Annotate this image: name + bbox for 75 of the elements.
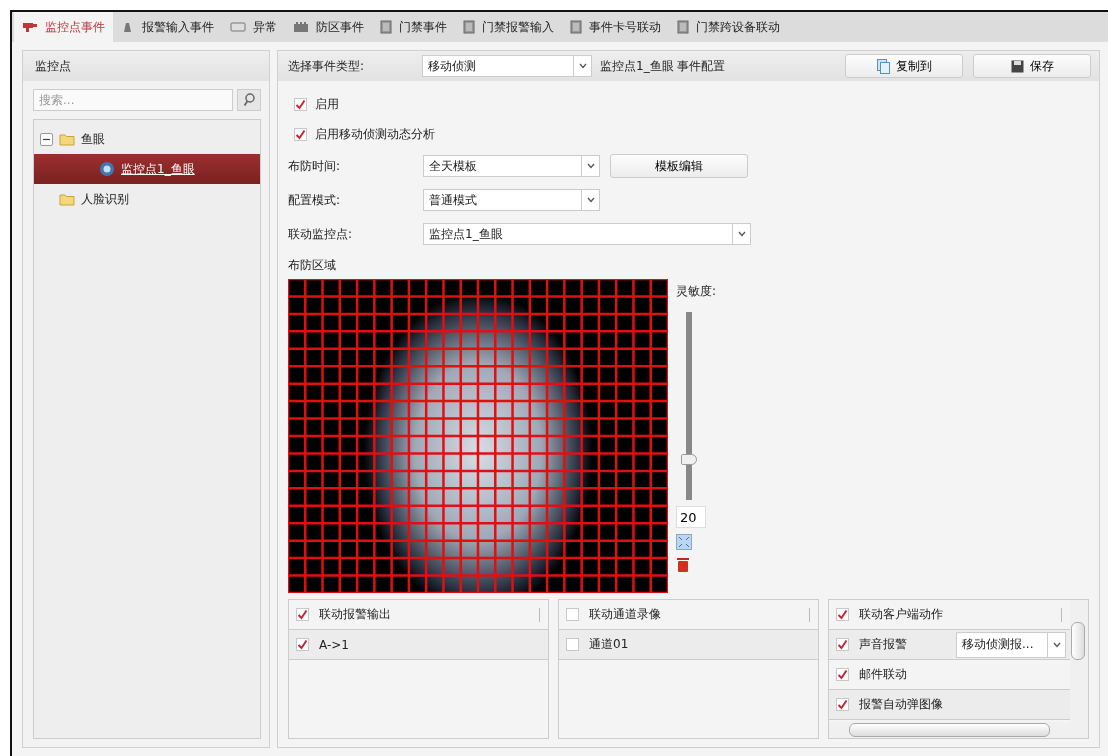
checkbox[interactable]: [294, 127, 307, 141]
sensitivity-input[interactable]: 20: [676, 506, 706, 528]
checkbox[interactable]: [566, 638, 579, 651]
search-icon: [243, 93, 255, 107]
list-item[interactable]: 报警自动弹图像: [829, 690, 1070, 720]
slider-thumb[interactable]: [681, 453, 697, 465]
field-label: 选择事件类型:: [288, 57, 366, 75]
wall-icon: [293, 21, 309, 33]
horizontal-scrollbar[interactable]: [829, 722, 1070, 738]
list-header: 联动通道录像: [589, 606, 662, 623]
search-field[interactable]: 搜索...: [33, 89, 233, 111]
save-button[interactable]: 保存: [973, 54, 1091, 78]
list-item[interactable]: 通道01: [559, 630, 818, 660]
event-type-select[interactable]: 移动侦测: [422, 55, 592, 77]
checkbox[interactable]: [296, 638, 309, 651]
door-icon: [570, 20, 582, 34]
checkbox[interactable]: [566, 608, 579, 621]
config-title: 监控点1_鱼眼 事件配置: [600, 57, 727, 75]
template-edit-button[interactable]: 模板编辑: [610, 154, 748, 178]
copy-button[interactable]: 复制到: [845, 54, 963, 78]
dropdown[interactable]: 普通模式: [423, 189, 600, 211]
section-label: 布防区域: [288, 256, 336, 274]
tab[interactable]: 防区事件: [285, 12, 372, 42]
field-label: 联动监控点:: [288, 225, 354, 243]
door-icon: [677, 20, 689, 34]
trash-icon[interactable]: [676, 556, 690, 572]
checkbox[interactable]: [836, 698, 849, 711]
tab[interactable]: 监控点事件: [14, 12, 113, 42]
field-label: 布防时间:: [288, 157, 342, 175]
dropdown[interactable]: 移动侦测报...: [956, 631, 1066, 658]
checkbox-label: 启用移动侦测动态分析: [315, 125, 435, 143]
camera-icon: [99, 161, 115, 177]
tree-label: 监控点1_鱼眼: [121, 160, 195, 178]
camera-icon: [22, 21, 38, 33]
tab[interactable]: 报警输入事件: [113, 12, 222, 42]
tab[interactable]: 异常: [222, 12, 285, 42]
door-icon: [380, 20, 392, 34]
tab[interactable]: 事件卡号联动: [562, 12, 669, 42]
tree-label: 人脸识别: [81, 190, 129, 208]
tree-item[interactable]: 人脸识别: [34, 184, 260, 214]
dropdown[interactable]: 监控点1_鱼眼: [423, 223, 751, 245]
tab[interactable]: 门禁跨设备联动: [669, 12, 788, 42]
device-icon: [230, 21, 246, 33]
checkbox[interactable]: [836, 668, 849, 681]
caret-icon: [586, 197, 595, 203]
tab[interactable]: 门禁事件: [372, 12, 455, 42]
checkbox[interactable]: [836, 608, 849, 621]
field-label: 配置模式:: [288, 191, 342, 209]
checkbox[interactable]: [294, 97, 307, 111]
tree-item[interactable]: 监控点1_鱼眼: [34, 154, 260, 184]
expand-icon[interactable]: [676, 534, 692, 550]
collapse-toggle[interactable]: [40, 132, 53, 146]
panel-title: 监控点: [35, 57, 71, 75]
documents-icon: [876, 58, 890, 74]
vertical-scrollbar[interactable]: [1070, 600, 1088, 738]
search-button[interactable]: [237, 89, 261, 111]
checkbox-label: 启用: [315, 95, 339, 113]
folder-icon: [59, 192, 75, 206]
sensitivity-label: 灵敏度:: [676, 283, 717, 300]
door-icon: [463, 20, 475, 34]
caret-icon: [586, 163, 595, 169]
list-header: 联动客户端动作: [859, 606, 944, 623]
checkbox[interactable]: [296, 608, 309, 621]
checkbox[interactable]: [836, 638, 849, 651]
tree-item[interactable]: 鱼眼: [34, 124, 260, 154]
caret-icon: [1052, 641, 1061, 648]
list-header: 联动报警输出: [319, 606, 392, 623]
tab[interactable]: 门禁报警输入: [455, 12, 562, 42]
caret-icon: [737, 231, 746, 237]
folder-icon: [59, 132, 75, 146]
list-item[interactable]: 声音报警 移动侦测报...: [829, 630, 1070, 660]
list-item[interactable]: A->1: [289, 630, 548, 660]
dropdown[interactable]: 全天模板: [423, 155, 600, 177]
caret-icon: [578, 63, 587, 69]
tree-label: 鱼眼: [81, 130, 105, 148]
